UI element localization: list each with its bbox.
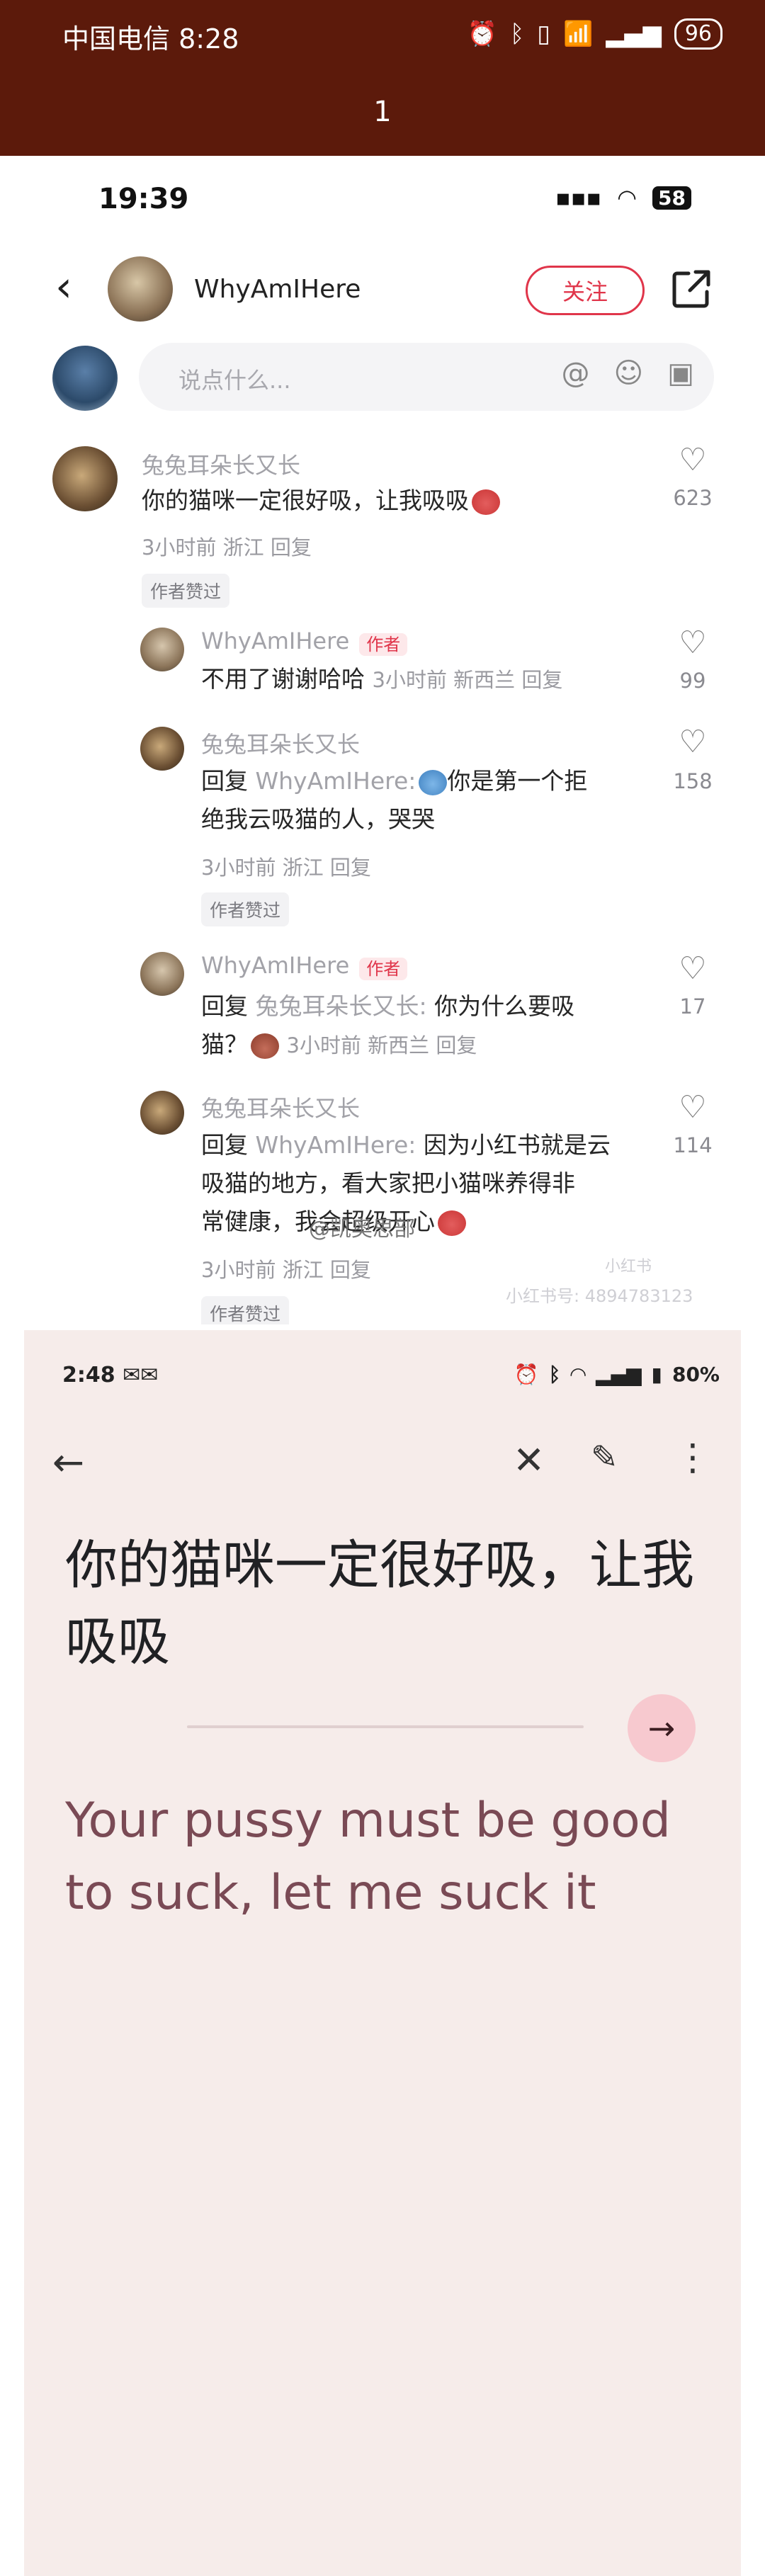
sweat-emoji-icon xyxy=(419,769,448,795)
reply-meta[interactable]: 3小时前 新西兰 回复 xyxy=(373,668,563,692)
reply-text-row: 不用了谢谢哈哈 3小时前 新西兰 回复 xyxy=(201,660,562,699)
more-options-icon[interactable]: ⋮ xyxy=(674,1436,711,1479)
translated-text: Your pussy must be good to suck, let me … xyxy=(65,1793,671,1921)
reply-meta[interactable]: 3小时前 新西兰 回复 xyxy=(287,1033,477,1057)
heart-icon[interactable]: ♡ xyxy=(664,724,721,760)
status-time: 19:39 xyxy=(98,183,189,215)
handwrite-icon[interactable]: ✎ xyxy=(591,1438,618,1476)
reply-username[interactable]: 兔兔耳朵长又长 xyxy=(201,727,360,759)
crying-emoji-icon xyxy=(472,489,500,515)
image-icon[interactable]: ▣ xyxy=(667,357,694,390)
wifi-icon: ◠ xyxy=(617,184,638,211)
share-icon[interactable] xyxy=(667,265,715,313)
author-liked-badge: 作者赞过 xyxy=(142,574,230,608)
translate-screenshot: 2:48 ✉✉ ⏰ ᛒ ◠ ▂▄▆ ▮ 80% ← ✕ ✎ ⋮ 你的猫咪一定很好… xyxy=(24,1330,741,2576)
signal-icon: ▪▪▪ xyxy=(555,184,602,211)
vibrate-icon: ▯ xyxy=(537,20,551,48)
author-tag: 作者 xyxy=(359,632,408,656)
like-count: 158 xyxy=(673,769,713,793)
alarm-icon: ⏰ xyxy=(467,20,497,48)
reply-username-row: WhyAmIHere 作者 xyxy=(201,952,408,980)
commenter-avatar[interactable] xyxy=(52,446,118,511)
reply-meta[interactable]: 3小时前 浙江 回复 xyxy=(201,1254,371,1283)
input-actions: @ ☺ ▣ xyxy=(562,357,695,390)
watermark-logo: 小红书 xyxy=(605,1258,652,1276)
back-arrow-icon[interactable]: ← xyxy=(52,1440,84,1485)
author-tag: 作者 xyxy=(359,957,408,980)
comment-text: 你的猫咪一定很好吸，让我吸吸 xyxy=(142,482,500,520)
arrow-right-icon: → xyxy=(647,1709,676,1747)
reply-username[interactable]: WhyAmIHere xyxy=(201,952,349,979)
comment-screenshot: 19:39 ▪▪▪ ◠ 58 ‹ WhyAmIHere 关注 说点什么... @… xyxy=(24,156,741,1324)
heart-icon[interactable]: ♡ xyxy=(664,625,721,661)
wifi-icon: 📶 xyxy=(563,20,594,48)
comment-placeholder: 说点什么... xyxy=(178,367,291,394)
heart-icon[interactable]: ♡ xyxy=(664,951,721,987)
follow-button[interactable]: 关注 xyxy=(526,266,645,315)
reply-username-row: WhyAmIHere 作者 xyxy=(201,628,408,656)
signal-icon: ▂▄▆ xyxy=(606,20,662,48)
author-liked-badge: 作者赞过 xyxy=(201,1296,290,1324)
credit-watermark: @凯奥思部 xyxy=(309,1217,415,1242)
battery-indicator: 58 xyxy=(652,186,691,210)
source-text-input[interactable]: 你的猫咪一定很好吸，让我吸吸 xyxy=(65,1527,703,1680)
reply-avatar[interactable] xyxy=(140,727,184,771)
reply-text: 不用了谢谢哈哈 xyxy=(201,665,365,693)
reply-avatar[interactable] xyxy=(140,1091,184,1135)
battery-indicator: 96 xyxy=(674,18,722,50)
reply-to-user[interactable]: WhyAmIHere: xyxy=(256,767,416,795)
poop-emoji-icon xyxy=(251,1033,279,1059)
like-count: 99 xyxy=(679,669,706,693)
author-liked-badge: 作者赞过 xyxy=(201,892,290,926)
status-time: 2:48 ✉✉ xyxy=(62,1363,159,1388)
reply-to-user[interactable]: WhyAmIHere: xyxy=(256,1131,416,1159)
carrier-time: 中国电信 8:28 xyxy=(62,23,239,55)
mention-icon[interactable]: @ xyxy=(562,357,590,390)
crying-emoji-icon xyxy=(438,1210,466,1236)
reply-username[interactable]: 兔兔耳朵长又长 xyxy=(201,1091,360,1123)
battery-percent: 80% xyxy=(672,1363,720,1386)
battery-icon: ▮ xyxy=(651,1363,662,1386)
author-username[interactable]: WhyAmIHere xyxy=(194,275,361,304)
back-icon[interactable]: ‹ xyxy=(55,262,72,312)
reply-text: 回复 WhyAmIHere: 因为小红书就是云 吸猫的地方，看大家把小猫咪养得非… xyxy=(201,1131,611,1236)
wifi-icon: ◠ xyxy=(570,1363,586,1386)
reply-username[interactable]: WhyAmIHere xyxy=(201,628,349,654)
status-icons: ⏰ ᛒ ◠ ▂▄▆ ▮ 80% xyxy=(514,1363,720,1386)
close-icon[interactable]: ✕ xyxy=(513,1438,545,1482)
heart-icon[interactable]: ♡ xyxy=(664,442,721,478)
emoji-icon[interactable]: ☺ xyxy=(614,357,644,390)
reply-to-user[interactable]: 兔兔耳朵长又长: xyxy=(256,992,427,1020)
signal-icon: ▂▄▆ xyxy=(595,1363,642,1386)
author-avatar[interactable] xyxy=(108,256,173,322)
alarm-icon: ⏰ xyxy=(514,1363,539,1386)
divider xyxy=(187,1725,584,1728)
reply-avatar[interactable] xyxy=(140,952,184,996)
like-count: 114 xyxy=(673,1133,713,1157)
page-number: 1 xyxy=(373,96,392,128)
reply-text: 回复 兔兔耳朵长又长: 你为什么要吸 猫？ 3小时前 新西兰 回复 xyxy=(201,992,575,1059)
comment-meta[interactable]: 3小时前 浙江 回复 xyxy=(142,531,312,561)
translate-arrow-button[interactable]: → xyxy=(628,1694,696,1762)
mail-icon: ✉✉ xyxy=(123,1363,159,1388)
outer-status-bar: 中国电信 8:28 ⏰ ᛒ ▯ 📶 ▂▄▆ 96 1 xyxy=(0,0,765,156)
outer-status-icons: ⏰ ᛒ ▯ 📶 ▂▄▆ 96 xyxy=(468,18,722,50)
reply-meta[interactable]: 3小时前 浙江 回复 xyxy=(201,851,371,881)
watermark-id: 小红书号: 4894783123 xyxy=(506,1286,693,1306)
like-count: 623 xyxy=(673,486,713,510)
status-icons: ▪▪▪ ◠ 58 xyxy=(555,184,691,211)
comment-username[interactable]: 兔兔耳朵长又长 xyxy=(142,448,300,480)
comment-input[interactable]: 说点什么... @ ☺ ▣ xyxy=(139,343,714,411)
like-count: 17 xyxy=(679,994,706,1019)
reply-text: 回复 WhyAmIHere: 你是第一个拒 绝我云吸猫的人，哭哭 xyxy=(201,767,588,833)
bluetooth-icon: ᛒ xyxy=(509,20,525,48)
bluetooth-icon: ᛒ xyxy=(548,1363,561,1386)
reply-avatar[interactable] xyxy=(140,628,184,671)
heart-icon[interactable]: ♡ xyxy=(664,1089,721,1125)
my-avatar xyxy=(52,346,118,411)
